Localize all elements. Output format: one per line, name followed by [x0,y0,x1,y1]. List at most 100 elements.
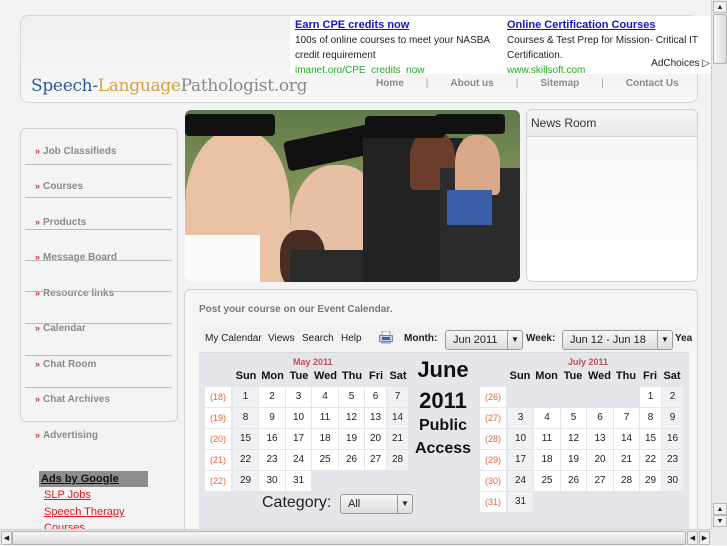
ads-by-google-header[interactable]: Ads by Google [39,471,148,487]
calendar-day[interactable]: 5 [561,408,586,428]
month-select[interactable]: Jun 2011 ▼ [445,330,523,350]
week-number[interactable]: (21) [205,450,231,470]
print-icon[interactable] [379,331,393,344]
calendar-day[interactable]: 24 [286,450,311,470]
calendar-day[interactable]: 7 [614,408,639,428]
calendar-day[interactable]: 14 [387,408,408,428]
week-number[interactable]: (18) [205,387,231,407]
calendar-day[interactable]: 15 [640,429,661,449]
calendar-day[interactable]: 12 [339,408,364,428]
vertical-scroll-thumb[interactable] [713,14,727,64]
calendar-day[interactable]: 22 [640,450,661,470]
prev-month-label[interactable]: May 2011 [293,357,333,367]
calendar-day[interactable]: 29 [233,471,258,491]
calendar-day[interactable]: 11 [312,408,338,428]
calendar-day[interactable]: 13 [587,429,613,449]
calendar-day[interactable]: 16 [662,429,683,449]
calendar-day[interactable]: 3 [508,408,533,428]
calendar-day[interactable]: 18 [534,450,560,470]
calendar-day[interactable]: 23 [662,450,683,470]
calendar-day[interactable]: 4 [534,408,560,428]
calendar-day[interactable]: 28 [387,450,408,470]
calendar-day[interactable]: 25 [312,450,338,470]
calendar-day[interactable]: 19 [339,429,364,449]
site-logo[interactable]: Speech-LanguagePathologist.org [31,76,307,96]
calendar-day[interactable]: 6 [587,408,613,428]
menu-my-calendar[interactable]: My Calendar [205,333,262,344]
menu-help[interactable]: Help [341,333,362,344]
calendar-day[interactable]: 2 [662,387,683,407]
sidebar-item-job-classifieds[interactable]: » Job Classifieds [35,146,116,157]
week-number[interactable]: (30) [480,471,506,491]
calendar-day[interactable]: 26 [339,450,364,470]
calendar-day[interactable]: 21 [387,429,408,449]
week-number[interactable]: (29) [480,450,506,470]
sidebar-item-chat-archives[interactable]: » Chat Archives [35,394,110,405]
calendar-day[interactable]: 5 [339,387,364,407]
week-number[interactable]: (31) [480,492,506,512]
scroll-left-icon[interactable]: ◀ [687,531,698,545]
calendar-day[interactable]: 10 [286,408,311,428]
calendar-day[interactable]: 26 [561,471,586,491]
calendar-day[interactable]: 9 [662,408,683,428]
week-number[interactable]: (28) [480,429,506,449]
sidebar-ad-link-courses[interactable]: Courses [44,522,85,529]
sidebar-ad-link-slp-jobs[interactable]: SLP Jobs [44,489,91,501]
calendar-day[interactable]: 19 [561,450,586,470]
calendar-day[interactable]: 21 [614,450,639,470]
adchoices-link[interactable]: AdChoices ▷ [651,58,710,69]
calendar-day[interactable]: 6 [365,387,386,407]
calendar-day[interactable]: 8 [640,408,661,428]
calendar-day[interactable]: 24 [508,471,533,491]
calendar-day[interactable]: 13 [365,408,386,428]
top-ad-1-url[interactable]: imanet.org/CPE_credits_now [295,63,495,73]
calendar-day[interactable]: 7 [387,387,408,407]
horizontal-scroll-thumb[interactable] [12,531,686,545]
calendar-day[interactable]: 18 [312,429,338,449]
calendar-day[interactable]: 30 [259,471,285,491]
scroll-right-icon[interactable]: ▶ [699,531,710,545]
sidebar-ad-link-speech-therapy[interactable]: Speech Therapy [44,506,125,518]
scroll-up-icon[interactable]: ▲ [713,503,727,515]
calendar-day[interactable]: 23 [259,450,285,470]
menu-views[interactable]: Views [268,333,295,344]
sidebar-item-calendar[interactable]: » Calendar [35,323,86,334]
calendar-day[interactable]: 31 [508,492,533,512]
scroll-down-icon[interactable]: ▼ [713,515,727,527]
post-course-note[interactable]: Post your course on our Event Calendar. [199,304,392,315]
calendar-day[interactable]: 28 [614,471,639,491]
calendar-day[interactable]: 17 [286,429,311,449]
calendar-day[interactable]: 9 [259,408,285,428]
calendar-day[interactable]: 3 [286,387,311,407]
calendar-day[interactable]: 15 [233,429,258,449]
calendar-day[interactable]: 8 [233,408,258,428]
menu-search[interactable]: Search [302,333,334,344]
calendar-day[interactable]: 22 [233,450,258,470]
week-select[interactable]: Jun 12 - Jun 18 ▼ [562,330,673,350]
scroll-up-icon[interactable]: ▲ [713,1,727,13]
calendar-day[interactable]: 2 [259,387,285,407]
sidebar-item-message-board[interactable]: » Message Board [35,252,117,263]
sidebar-item-products[interactable]: » Products [35,217,86,228]
vertical-scrollbar[interactable]: ▲ ▲ ▼ [711,0,727,529]
calendar-day[interactable]: 16 [259,429,285,449]
calendar-day[interactable]: 20 [365,429,386,449]
calendar-day[interactable]: 29 [640,471,661,491]
sidebar-item-advertising[interactable]: » Advertising [35,430,98,441]
calendar-day[interactable]: 25 [534,471,560,491]
calendar-day[interactable]: 1 [640,387,661,407]
category-select[interactable]: All ▼ [340,494,413,514]
top-ad-1-title[interactable]: Earn CPE credits now [295,18,495,33]
nav-sitemap[interactable]: Sitemap [540,78,579,89]
calendar-day[interactable]: 4 [312,387,338,407]
calendar-day[interactable]: 14 [614,429,639,449]
calendar-day[interactable]: 12 [561,429,586,449]
sidebar-item-chat-room[interactable]: » Chat Room [35,359,96,370]
calendar-day[interactable]: 11 [534,429,560,449]
calendar-day[interactable]: 27 [587,471,613,491]
calendar-day[interactable]: 17 [508,450,533,470]
nav-home[interactable]: Home [376,78,404,89]
calendar-day[interactable]: 31 [286,471,311,491]
top-ad-2-title[interactable]: Online Certification Courses [507,18,707,33]
week-number[interactable]: (26) [480,387,506,407]
